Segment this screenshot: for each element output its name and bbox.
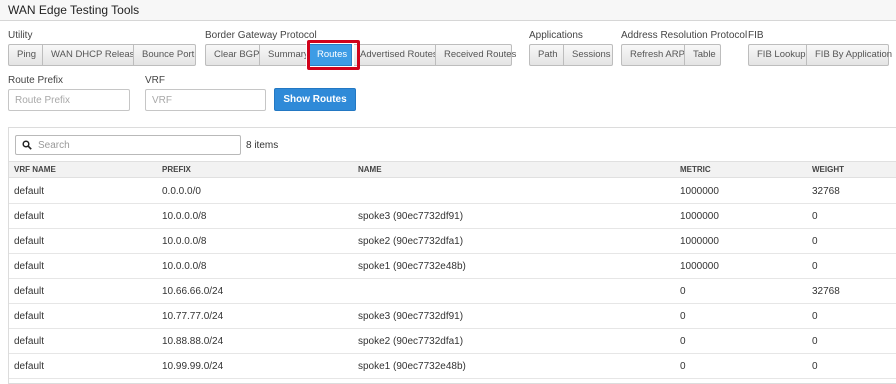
column-header-prefix[interactable]: PREFIX [162,165,191,174]
arp-table-button[interactable]: Table [684,44,721,66]
applications-group-label: Applications [529,30,583,41]
cell-name: spoke2 (90ec7732dfa1) [358,336,464,347]
vrf-label: VRF [145,75,165,86]
page-title: WAN Edge Testing Tools [8,3,140,17]
table-row[interactable]: default 0.0.0.0/0 1000000 32768 [9,179,896,204]
column-header-name[interactable]: NAME [358,165,382,174]
cell-weight: 0 [812,361,818,372]
cell-weight: 32768 [812,286,840,297]
wan-dhcp-release-button[interactable]: WAN DHCP Release [42,44,140,66]
cell-metric: 1000000 [680,186,719,197]
fib-by-application-button[interactable]: FIB By Application [806,44,892,66]
cell-prefix: 10.0.0.0/8 [162,236,207,247]
cell-vrf-name: default [14,261,45,272]
cell-name: spoke3 (90ec7732df91) [358,211,464,222]
cell-metric: 1000000 [680,236,719,247]
cell-metric: 1000000 [680,211,719,222]
cell-weight: 0 [812,236,818,247]
utility-group-label: Utility [8,30,33,41]
bgp-button-group: Clear BGP Summary Routes Advertised Rout… [205,44,516,66]
table-row[interactable]: default 10.66.66.0/24 0 32768 [9,279,896,304]
cell-vrf-name: default [14,186,45,197]
cell-metric: 0 [680,361,686,372]
table-row[interactable]: default 10.0.0.0/8 spoke2 (90ec7732dfa1) 10… [9,229,896,254]
bgp-group-label: Border Gateway Protocol [205,30,317,41]
applications-button-group: Path Sessions [529,44,613,66]
cell-vrf-name: default [14,336,45,347]
fib-button-group: FIB Lookup FIB By Application [748,44,892,66]
summary-button[interactable]: Summary [259,44,309,66]
item-count: 8 items [246,140,279,151]
vrf-input[interactable] [145,89,266,111]
cell-prefix: 10.66.66.0/24 [162,286,224,297]
table-header: VRF NAME PREFIX NAME METRIC WEIGHT [9,161,896,178]
column-header-vrf-name[interactable]: VRF NAME [14,165,56,174]
cell-metric: 0 [680,286,686,297]
cell-weight: 0 [812,261,818,272]
table-row[interactable]: default 10.0.0.0/8 spoke3 (90ec7732df91) 10… [9,204,896,229]
arp-button-group: Refresh ARP Table [621,44,721,66]
cell-prefix: 10.0.0.0/8 [162,211,207,222]
path-button[interactable]: Path [529,44,564,66]
refresh-arp-button[interactable]: Refresh ARP [621,44,685,66]
advertised-routes-button[interactable]: Advertised Routes [351,44,438,66]
cell-prefix: 10.99.99.0/24 [162,361,224,372]
cell-name: spoke3 (90ec7732df91) [358,311,464,322]
cell-metric: 0 [680,311,686,322]
cell-prefix: 10.0.0.0/8 [162,261,207,272]
cell-weight: 0 [812,336,818,347]
cell-vrf-name: default [14,286,45,297]
fib-lookup-button[interactable]: FIB Lookup [748,44,807,66]
arp-group-label: Address Resolution Protocol [621,30,748,41]
cell-weight: 0 [812,311,818,322]
bounce-port-button[interactable]: Bounce Port [133,44,196,66]
page-header: WAN Edge Testing Tools [0,0,896,21]
table-row[interactable]: default 10.88.88.0/24 spoke2 (90ec7732dfa1… [9,329,896,354]
utility-button-group: Ping WAN DHCP Release Bounce Port [8,44,196,66]
cell-vrf-name: default [14,311,45,322]
cell-name: spoke1 (90ec7732e48b) [358,361,466,372]
cell-metric: 1000000 [680,261,719,272]
cell-vrf-name: default [14,211,45,222]
cell-name: spoke2 (90ec7732dfa1) [358,236,464,247]
table-row[interactable]: default 10.77.77.0/24 spoke3 (90ec7732df91… [9,304,896,329]
search-box[interactable] [15,135,241,155]
received-routes-button[interactable]: Received Routes [435,44,516,66]
cell-name: spoke1 (90ec7732e48b) [358,261,466,272]
cell-weight: 32768 [812,186,840,197]
cell-vrf-name: default [14,236,45,247]
route-prefix-input[interactable] [8,89,130,111]
show-routes-button[interactable]: Show Routes [274,88,356,111]
table-row[interactable]: default 10.0.0.0/8 spoke1 (90ec7732e48b) 10… [9,254,896,279]
route-prefix-label: Route Prefix [8,75,64,86]
cell-vrf-name: default [14,361,45,372]
column-header-metric[interactable]: METRIC [680,165,711,174]
column-header-weight[interactable]: WEIGHT [812,165,844,174]
fib-group-label: FIB [748,30,764,41]
search-input[interactable] [38,139,228,151]
cell-prefix: 10.88.88.0/24 [162,336,224,347]
cell-prefix: 10.77.77.0/24 [162,311,224,322]
results-panel: 8 items VRF NAME PREFIX NAME METRIC WEIG… [8,127,896,384]
cell-prefix: 0.0.0.0/0 [162,186,201,197]
ping-button[interactable]: Ping [8,44,43,66]
search-icon [22,140,32,150]
sessions-button[interactable]: Sessions [563,44,613,66]
routes-button[interactable]: Routes [308,44,352,66]
cell-weight: 0 [812,211,818,222]
table-row[interactable]: default 10.99.99.0/24 spoke1 (90ec7732e48b… [9,354,896,379]
cell-metric: 0 [680,336,686,347]
clear-bgp-button[interactable]: Clear BGP [205,44,260,66]
